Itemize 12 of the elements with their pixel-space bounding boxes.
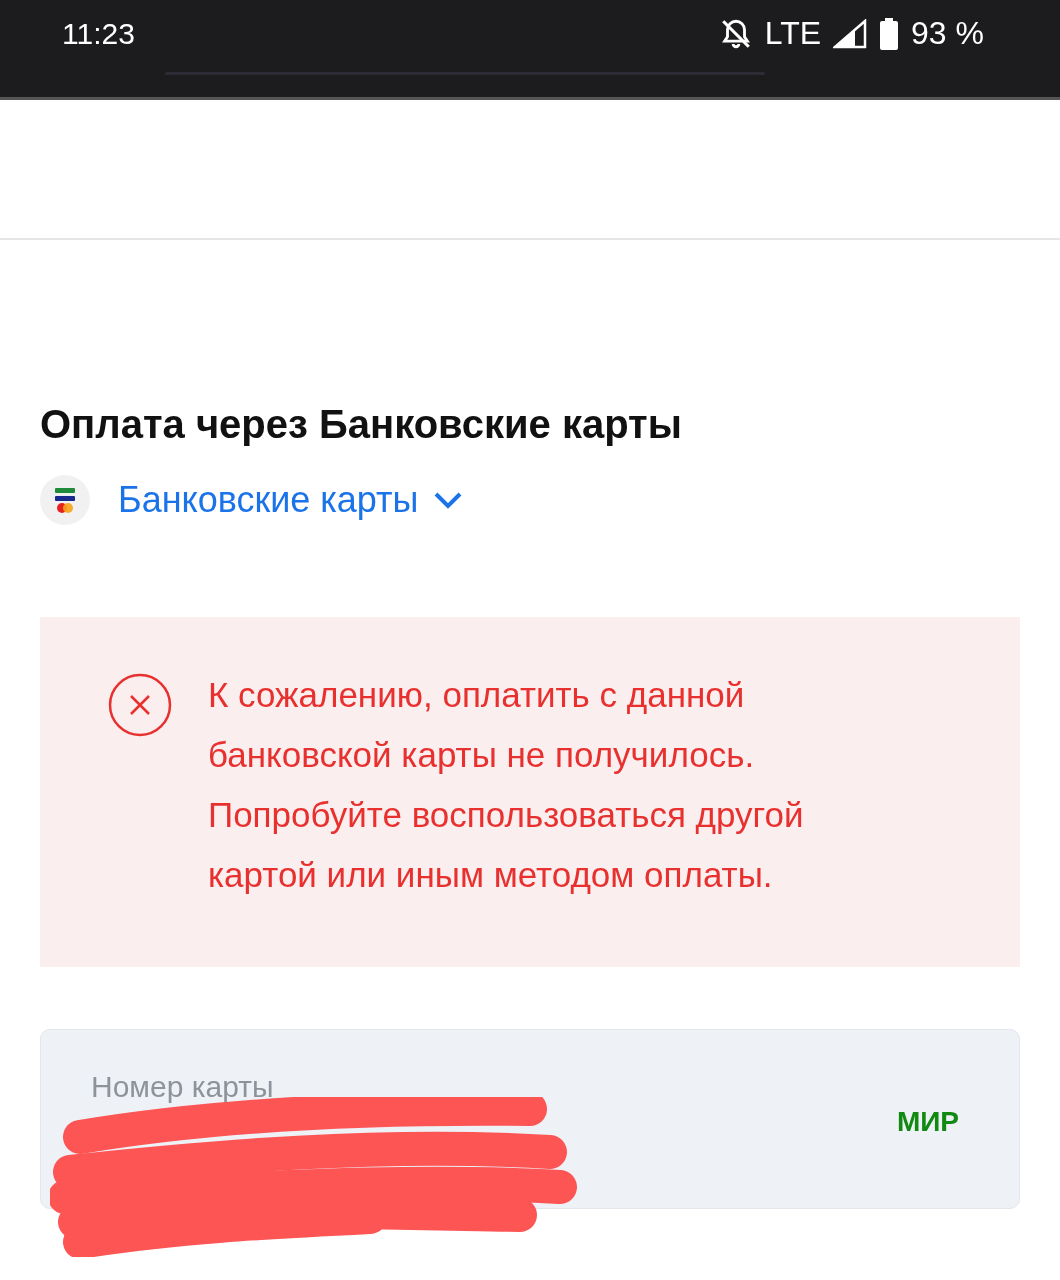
status-time: 11:23: [62, 16, 135, 51]
error-message: К сожалению, оплатить с данной банковской карты не получилось. Попробуйте воспользоваться другой картой или иным методом оплаты.: [208, 674, 805, 896]
payment-cards-icon: [40, 475, 90, 525]
battery-percent: 93 %: [911, 15, 984, 52]
network-type: LTE: [764, 15, 822, 52]
error-icon: [108, 673, 172, 737]
section-title: Оплата через Банковские карты: [40, 402, 683, 447]
signal-icon: [833, 18, 868, 49]
battery-icon: [879, 17, 900, 50]
payment-method-dropdown[interactable]: Банковские карты: [118, 479, 465, 521]
card-brand-logo: МИР: [896, 1106, 959, 1139]
field-label: Номер карты: [91, 1070, 274, 1105]
